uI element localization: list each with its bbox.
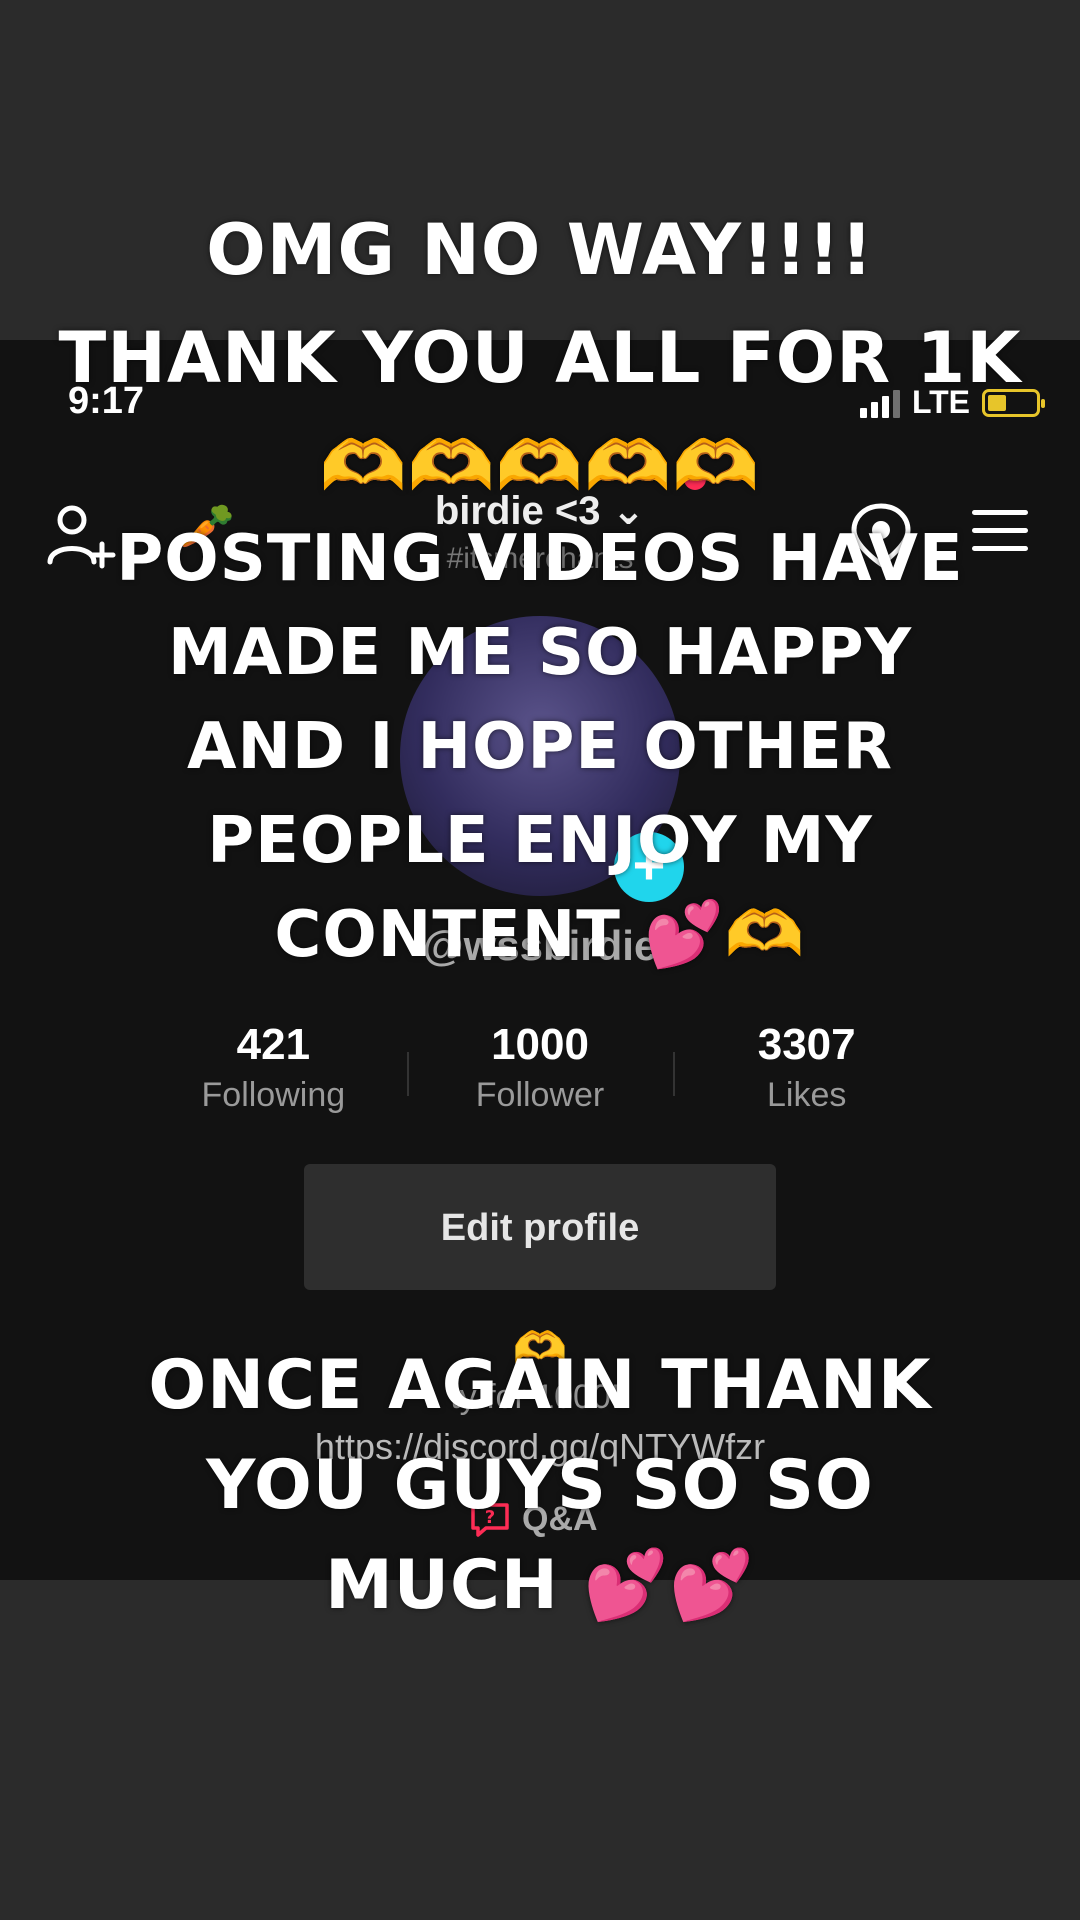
caption-line: OMG NO WAY!!!!	[206, 209, 874, 291]
caption-top: OMG NO WAY!!!! THANK YOU ALL FOR 1K 🫶🫶🫶🫶…	[0, 196, 1080, 520]
caption-line: AND I HOPE OTHER	[186, 710, 894, 784]
caption-line: MUCH 💕💕	[325, 1546, 755, 1625]
caption-line: THANK YOU ALL FOR 1K	[58, 317, 1022, 399]
profile-stats: 421 Following 1000 Follower 3307 Likes	[140, 1020, 940, 1140]
caption-middle: POSTING VIDEOS HAVE MADE ME SO HAPPY AND…	[0, 512, 1080, 982]
stat-likes[interactable]: 3307 Likes	[673, 1020, 940, 1140]
stat-following[interactable]: 421 Following	[140, 1020, 407, 1140]
stat-value: 1000	[491, 1020, 589, 1069]
caption-line: MADE ME SO HAPPY	[167, 616, 913, 690]
stat-label: Follower	[475, 1076, 605, 1114]
caption-line: CONTENT 💕🫶	[274, 898, 806, 972]
edit-profile-button[interactable]: Edit profile	[304, 1164, 776, 1290]
caption-line: POSTING VIDEOS HAVE	[116, 522, 964, 596]
caption-line: ONCE AGAIN THANK	[148, 1346, 932, 1425]
stat-label: Likes	[766, 1076, 847, 1114]
caption-line: 🫶🫶🫶🫶🫶	[319, 425, 761, 507]
caption-bottom: ONCE AGAIN THANK YOU GUYS SO SO MUCH 💕💕	[0, 1336, 1080, 1636]
stat-value: 421	[236, 1020, 311, 1069]
stat-followers[interactable]: 1000 Follower	[406, 1020, 674, 1140]
stat-label: Following	[201, 1076, 346, 1114]
stat-value: 3307	[757, 1020, 856, 1069]
caption-line: YOU GUYS SO SO	[206, 1446, 874, 1525]
caption-line: PEOPLE ENJOY MY	[207, 804, 873, 878]
